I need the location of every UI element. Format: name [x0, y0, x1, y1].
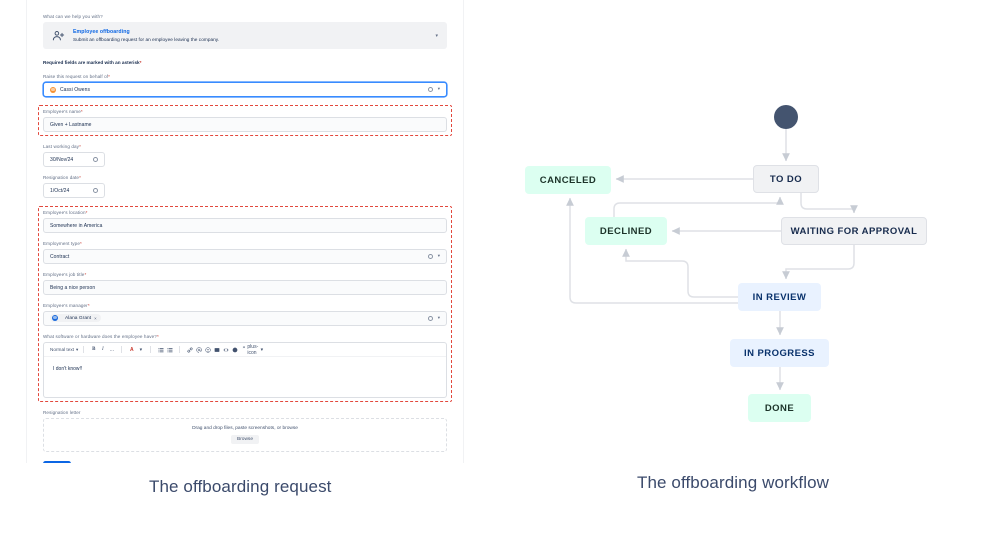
send-button[interactable]: Send	[43, 461, 71, 463]
link-icon[interactable]	[185, 345, 194, 354]
mention-icon[interactable]	[194, 345, 203, 354]
divider	[150, 346, 152, 353]
chevron-down-icon[interactable]: ▾	[438, 316, 440, 321]
rich-text-editor[interactable]: Normal text ▾ B I … A ▾ ” plus-icon ▾ I …	[43, 342, 447, 398]
text-style-dropdown[interactable]: Normal text ▾	[50, 347, 78, 353]
close-icon[interactable]: ×	[94, 316, 97, 321]
employment-type-label: Employment type*	[43, 241, 82, 246]
avatar	[50, 86, 56, 93]
clear-icon[interactable]	[93, 188, 98, 193]
resignation-letter-label: Resignation letter	[43, 410, 81, 415]
highlight-employee-name: Employee's name* Given + Lastname	[38, 105, 452, 136]
employee-name-label: Employee's name*	[43, 109, 83, 114]
manager-select[interactable]: Alana Grant × ▾	[43, 311, 447, 326]
employee-name-value: Given + Lastname	[50, 121, 92, 128]
info-panel-icon[interactable]	[230, 345, 239, 354]
employee-name-input[interactable]: Given + Lastname	[43, 117, 447, 132]
start-circle	[774, 105, 798, 129]
emoji-icon[interactable]	[203, 345, 212, 354]
field-resignation-date: Resignation date* 1/Oct/24	[43, 175, 447, 198]
field-software-hardware: What software or hardware does the emplo…	[43, 334, 447, 398]
divider	[179, 346, 181, 353]
plus-icon[interactable]: plus-icon	[247, 344, 258, 356]
last-working-day-input[interactable]: 30/Nov/24	[43, 152, 105, 167]
field-last-working-day: Last working day* 30/Nov/24	[43, 144, 447, 167]
screenshot-stage: What can we help you with? Employee offb…	[0, 0, 999, 550]
image-icon[interactable]	[212, 345, 221, 354]
field-on-behalf-of: Raise this request on behalf of* Cassi O…	[43, 74, 447, 97]
browse-button[interactable]: Browse	[231, 435, 259, 444]
bullet-list-icon[interactable]	[156, 345, 165, 354]
manager-label: Employee's manager*	[43, 303, 90, 308]
chevron-down-icon[interactable]: ▾	[136, 345, 145, 354]
divider	[121, 346, 123, 353]
chevron-down-icon: ▾	[75, 346, 79, 352]
software-hardware-label: What software or hardware does the emplo…	[43, 334, 159, 339]
chevron-down-icon[interactable]: ▾	[438, 87, 440, 92]
field-resignation-letter: Resignation letter Drag and drop files, …	[43, 410, 447, 452]
employee-location-value: Somewhere in America	[50, 222, 103, 229]
more-formatting-icon[interactable]: …	[107, 345, 116, 354]
chevron-down-icon[interactable]: ▾	[257, 345, 266, 354]
code-icon[interactable]	[221, 345, 230, 354]
request-type-title: Employee offboarding	[73, 29, 130, 36]
on-behalf-of-value: Cassi Owens	[60, 86, 91, 93]
resignation-date-input[interactable]: 1/Oct/24	[43, 183, 105, 198]
person-add-icon	[52, 29, 65, 42]
manager-chip[interactable]: Alana Grant ×	[50, 314, 101, 322]
last-working-day-label: Last working day*	[43, 144, 81, 149]
caption-offboarding-workflow: The offboarding workflow	[637, 473, 830, 492]
editor-content[interactable]: I don't know!!	[44, 357, 446, 397]
resignation-date-value: 1/Oct/24	[50, 187, 70, 194]
required-fields-note: Required fields are marked with an aster…	[43, 60, 142, 65]
text-color-icon[interactable]: A	[127, 345, 136, 354]
editor-toolbar: Normal text ▾ B I … A ▾ ” plus-icon ▾	[44, 343, 446, 357]
bold-icon[interactable]: B	[89, 345, 98, 354]
employment-type-value: Contract	[50, 253, 70, 260]
workflow-node-in-progress[interactable]: IN PROGRESS	[730, 339, 829, 367]
workflow-node-declined[interactable]: DECLINED	[585, 217, 667, 245]
clear-icon[interactable]	[93, 157, 98, 162]
field-manager: Employee's manager* Alana Grant × ▾	[43, 303, 447, 326]
request-type-subtitle: Submit an offboarding request for an emp…	[73, 36, 220, 42]
dropzone-text: Drag and drop files, paste screenshots, …	[192, 426, 298, 431]
on-behalf-of-input[interactable]: Cassi Owens ▾	[43, 82, 447, 97]
clear-icon[interactable]	[427, 254, 433, 259]
highlight-employee-details: Employee's location* Somewhere in Americ…	[38, 206, 452, 402]
workflow-node-in-review[interactable]: IN REVIEW	[738, 283, 821, 311]
workflow-node-canceled[interactable]: CANCELED	[525, 166, 611, 194]
divider	[83, 346, 85, 353]
employee-location-label: Employee's location*	[43, 210, 88, 215]
employment-type-select[interactable]: Contract ▾	[43, 249, 447, 264]
avatar	[52, 315, 58, 321]
resignation-date-label: Resignation date*	[43, 175, 81, 180]
workflow-node-waiting-for-approval[interactable]: WAITING FOR APPROVAL	[781, 217, 927, 245]
caption-offboarding-request: The offboarding request	[149, 477, 332, 496]
on-behalf-of-label: Raise this request on behalf of*	[43, 74, 111, 79]
field-employment-type: Employment type* Contract ▾	[43, 241, 447, 264]
clear-icon[interactable]	[427, 87, 433, 92]
chevron-down-icon[interactable]: ▾	[435, 33, 438, 39]
numbered-list-icon[interactable]	[165, 345, 174, 354]
chevron-down-icon[interactable]: ▾	[438, 254, 440, 259]
clear-icon[interactable]	[427, 316, 433, 321]
form-actions: Send Cancel	[43, 461, 447, 463]
job-title-value: Being a nice person	[50, 284, 96, 291]
workflow-node-todo[interactable]: TO DO	[753, 165, 819, 193]
offboarding-workflow-panel: TO DO CANCELED DECLINED WAITING FOR APPR…	[464, 0, 999, 463]
request-type-selector[interactable]: Employee offboarding Submit an offboardi…	[43, 22, 447, 49]
form-body: What can we help you with? Employee offb…	[27, 0, 463, 463]
workflow-node-done[interactable]: DONE	[748, 394, 811, 422]
manager-value: Alana Grant	[65, 315, 92, 321]
file-dropzone[interactable]: Drag and drop files, paste screenshots, …	[43, 418, 447, 452]
offboarding-request-panel: What can we help you with? Employee offb…	[26, 0, 464, 463]
job-title-label: Employee's job title*	[43, 272, 87, 277]
employee-location-input[interactable]: Somewhere in America	[43, 218, 447, 233]
last-working-day-value: 30/Nov/24	[50, 156, 74, 163]
job-title-input[interactable]: Being a nice person	[43, 280, 447, 295]
field-job-title: Employee's job title* Being a nice perso…	[43, 272, 447, 295]
field-employee-location: Employee's location* Somewhere in Americ…	[43, 210, 447, 233]
request-type-label: What can we help you with?	[43, 14, 103, 19]
italic-icon[interactable]: I	[98, 345, 107, 354]
